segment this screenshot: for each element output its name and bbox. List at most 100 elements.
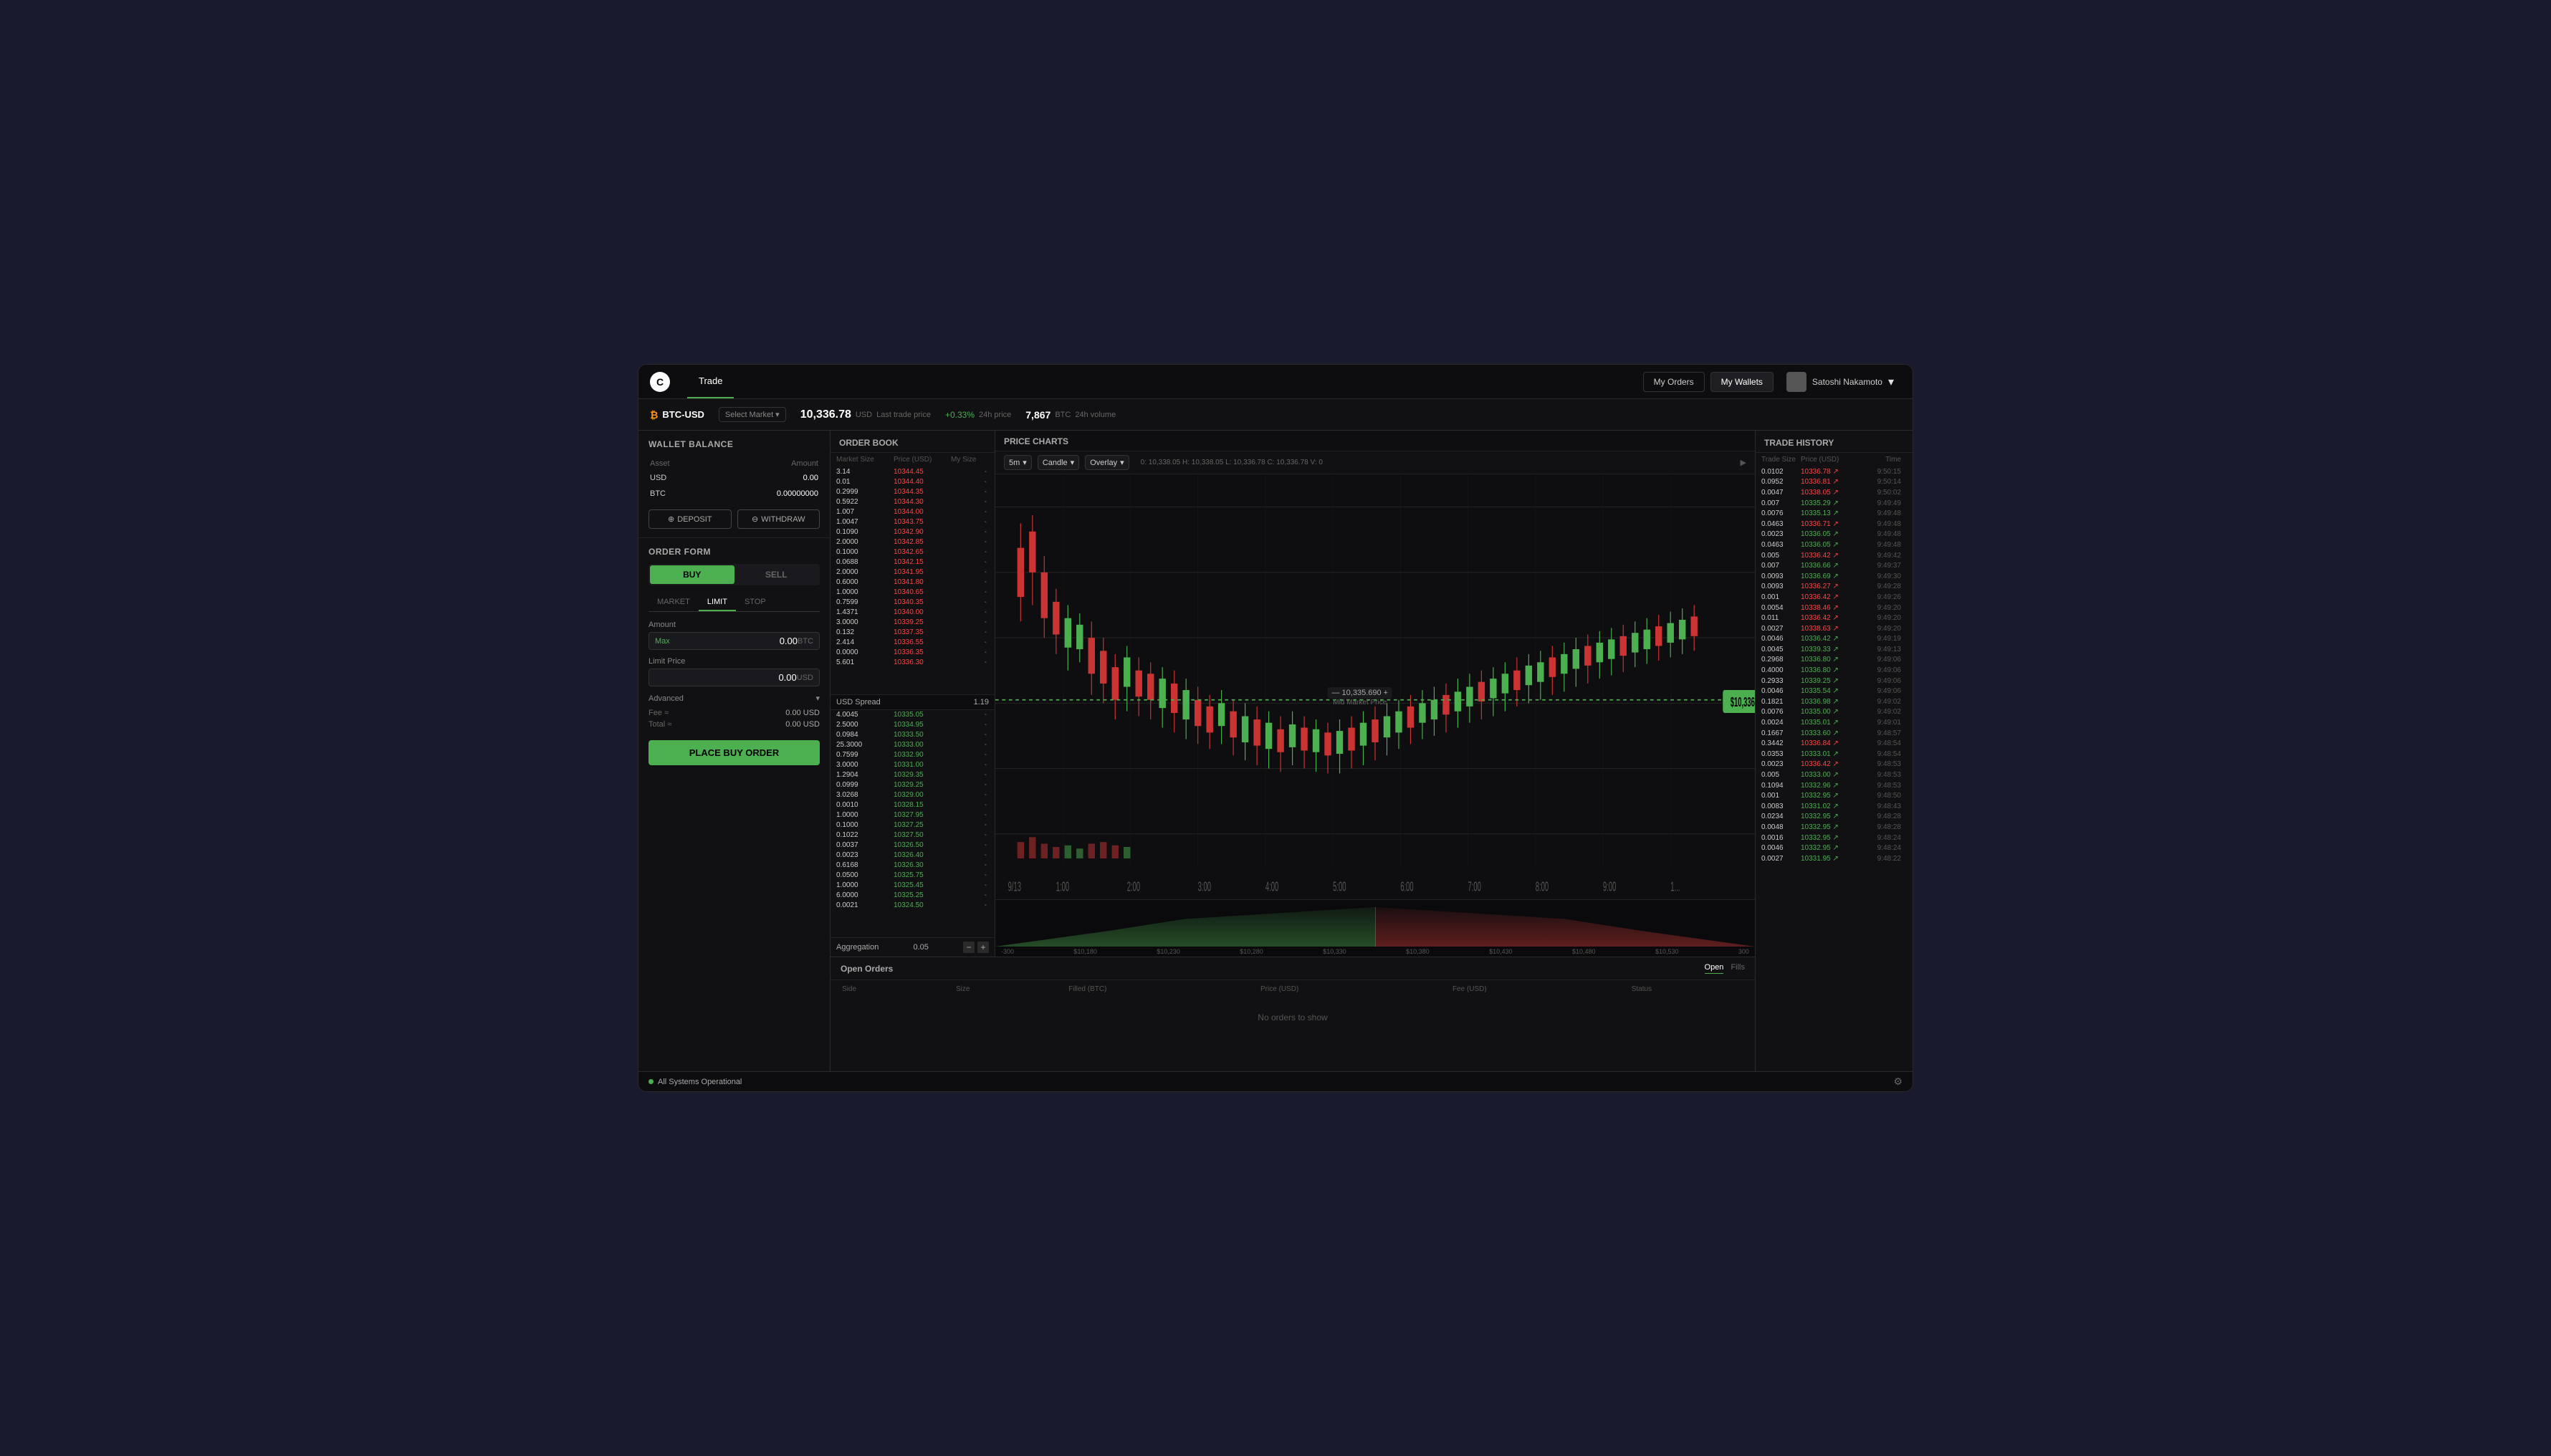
open-orders-open-tab[interactable]: Open <box>1705 963 1724 974</box>
bid-row[interactable]: 4.004510335.05- <box>831 710 995 720</box>
trade-row[interactable]: 0.296810336.80 ↗9:49:06 <box>1756 655 1913 666</box>
trade-row[interactable]: 0.010210336.78 ↗9:50:15 <box>1756 466 1913 477</box>
agg-increase-button[interactable]: + <box>977 942 989 953</box>
ask-row[interactable]: 0.600010341.80- <box>831 577 995 587</box>
amount-input[interactable] <box>670 636 798 646</box>
bid-row[interactable]: 0.002310326.40- <box>831 851 995 861</box>
trade-row[interactable]: 0.166710333.60 ↗9:48:57 <box>1756 728 1913 739</box>
order-book-asks[interactable]: 3.1410344.45- 0.0110344.40- 0.299910344.… <box>831 466 995 694</box>
ask-row[interactable]: 1.000010340.65- <box>831 587 995 597</box>
trade-row[interactable]: 0.046310336.05 ↗9:49:48 <box>1756 540 1913 550</box>
trade-row[interactable]: 0.004610332.95 ↗9:48:24 <box>1756 843 1913 853</box>
withdraw-button[interactable]: ⊖ WITHDRAW <box>737 509 820 529</box>
ask-row[interactable]: 0.0110344.40- <box>831 476 995 487</box>
ask-row[interactable]: 1.004710343.75- <box>831 517 995 527</box>
trade-row[interactable]: 0.035310333.01 ↗9:48:54 <box>1756 749 1913 760</box>
trade-row[interactable]: 0.004810332.95 ↗9:48:28 <box>1756 822 1913 833</box>
stop-mode-button[interactable]: STOP <box>736 594 775 611</box>
bid-row[interactable]: 0.098410333.50- <box>831 730 995 740</box>
trade-row[interactable]: 0.00110336.42 ↗9:49:26 <box>1756 592 1913 603</box>
ask-row[interactable]: 0.000010336.35- <box>831 647 995 657</box>
trade-row[interactable]: 0.002710338.63 ↗9:49:20 <box>1756 623 1913 634</box>
market-mode-button[interactable]: MARKET <box>648 594 699 611</box>
bid-row[interactable]: 3.026810329.00- <box>831 790 995 800</box>
bid-row[interactable]: 0.099910329.25- <box>831 780 995 790</box>
market-select[interactable]: Select Market ▾ <box>719 407 786 422</box>
trade-row[interactable]: 0.109410332.96 ↗9:48:53 <box>1756 780 1913 791</box>
trade-row[interactable]: 0.400010336.80 ↗9:49:06 <box>1756 665 1913 676</box>
ask-row[interactable]: 0.068810342.15- <box>831 557 995 567</box>
ask-row[interactable]: 0.13210337.35- <box>831 627 995 637</box>
trade-row[interactable]: 0.344210336.84 ↗9:48:54 <box>1756 738 1913 749</box>
buy-button[interactable]: BUY <box>650 565 734 584</box>
order-book-bids[interactable]: 4.004510335.05- 2.500010334.95- 0.098410… <box>831 710 995 938</box>
sell-button[interactable]: SELL <box>734 565 819 584</box>
max-label[interactable]: Max <box>655 637 670 646</box>
trade-row[interactable]: 0.00510333.00 ↗9:48:53 <box>1756 770 1913 780</box>
limit-price-input[interactable] <box>655 672 797 683</box>
place-order-button[interactable]: PLACE BUY ORDER <box>648 740 820 765</box>
bid-row[interactable]: 0.050010325.75- <box>831 871 995 881</box>
ask-row[interactable]: 0.299910344.35- <box>831 487 995 497</box>
trade-row[interactable]: 0.004610335.54 ↗9:49:06 <box>1756 686 1913 696</box>
trade-row[interactable]: 0.009310336.69 ↗9:49:30 <box>1756 571 1913 582</box>
trade-row[interactable]: 0.002310336.05 ↗9:49:48 <box>1756 530 1913 540</box>
bid-row[interactable]: 0.102210327.50- <box>831 830 995 840</box>
tab-trade[interactable]: Trade <box>687 365 734 398</box>
candlestick-chart[interactable]: $10,336.78 9/13 1:00 2:00 3:00 4:00 5:00… <box>995 474 1755 899</box>
bid-row[interactable]: 0.002110324.50- <box>831 901 995 911</box>
trade-row[interactable]: 0.002310336.42 ↗9:48:53 <box>1756 760 1913 770</box>
ask-row[interactable]: 0.100010342.65- <box>831 547 995 557</box>
deposit-button[interactable]: ⊕ DEPOSIT <box>648 509 732 529</box>
ask-row[interactable]: 1.00710344.00- <box>831 507 995 517</box>
trade-row[interactable]: 0.004610336.42 ↗9:49:19 <box>1756 634 1913 645</box>
trade-row[interactable]: 0.182110336.98 ↗9:49:02 <box>1756 696 1913 707</box>
ask-row[interactable]: 0.109010342.90- <box>831 527 995 537</box>
trade-row[interactable]: 0.009310336.27 ↗9:49:28 <box>1756 582 1913 593</box>
bid-row[interactable]: 0.003710326.50- <box>831 840 995 851</box>
bid-row[interactable]: 1.000010327.95- <box>831 810 995 820</box>
ask-row[interactable]: 3.1410344.45- <box>831 466 995 476</box>
trade-row[interactable]: 0.007610335.00 ↗9:49:02 <box>1756 707 1913 718</box>
user-menu[interactable]: Satoshi Nakamoto ▾ <box>1779 369 1901 395</box>
bid-row[interactable]: 0.616810326.30- <box>831 861 995 871</box>
trade-row[interactable]: 0.001610332.95 ↗9:48:24 <box>1756 833 1913 843</box>
advanced-toggle[interactable]: Advanced ▾ <box>648 694 820 703</box>
ask-row[interactable]: 0.759910340.35- <box>831 597 995 607</box>
trade-row[interactable]: 0.007610335.13 ↗9:49:48 <box>1756 508 1913 519</box>
trade-row[interactable]: 0.002710331.95 ↗9:48:22 <box>1756 853 1913 864</box>
chart-expand-icon[interactable]: ▶ <box>1741 458 1746 467</box>
my-orders-button[interactable]: My Orders <box>1643 372 1705 392</box>
trade-row[interactable]: 0.00710336.66 ↗9:49:37 <box>1756 560 1913 571</box>
bid-row[interactable]: 2.500010334.95- <box>831 720 995 730</box>
bid-row[interactable]: 1.290410329.35- <box>831 770 995 780</box>
ask-row[interactable]: 2.000010341.95- <box>831 567 995 577</box>
bid-row[interactable]: 0.759910332.90- <box>831 750 995 760</box>
bid-row[interactable]: 1.000010325.45- <box>831 881 995 891</box>
bid-row[interactable]: 25.300010333.00- <box>831 740 995 750</box>
trade-row[interactable]: 0.00710335.29 ↗9:49:49 <box>1756 498 1913 509</box>
my-wallets-button[interactable]: My Wallets <box>1710 372 1774 392</box>
agg-decrease-button[interactable]: − <box>963 942 975 953</box>
ask-row[interactable]: 5.60110336.30- <box>831 657 995 667</box>
trade-row[interactable]: 0.00510336.42 ↗9:49:42 <box>1756 550 1913 561</box>
ask-row[interactable]: 2.000010342.85- <box>831 537 995 547</box>
trade-row[interactable]: 0.002410335.01 ↗9:49:01 <box>1756 717 1913 728</box>
trade-row[interactable]: 0.00110332.95 ↗9:48:50 <box>1756 790 1913 801</box>
trade-row[interactable]: 0.046310336.71 ↗9:49:48 <box>1756 519 1913 530</box>
ask-row[interactable]: 3.000010339.25- <box>831 617 995 627</box>
trade-row[interactable]: 0.005410338.46 ↗9:49:20 <box>1756 603 1913 613</box>
open-orders-fills-tab[interactable]: Fills <box>1731 963 1745 974</box>
overlay-select[interactable]: Overlay ▾ <box>1085 455 1129 470</box>
chart-type-select[interactable]: Candle ▾ <box>1038 455 1079 470</box>
trade-row[interactable]: 0.293310339.25 ↗9:49:06 <box>1756 676 1913 686</box>
bid-row[interactable]: 0.001010328.15- <box>831 800 995 810</box>
bid-row[interactable]: 3.000010331.00- <box>831 760 995 770</box>
bid-row[interactable]: 0.100010327.25- <box>831 820 995 830</box>
timeframe-select[interactable]: 5m ▾ <box>1004 455 1032 470</box>
ask-row[interactable]: 0.592210344.30- <box>831 497 995 507</box>
limit-mode-button[interactable]: LIMIT <box>699 594 736 611</box>
ask-row[interactable]: 1.437110340.00- <box>831 607 995 617</box>
trade-row[interactable]: 0.095210336.81 ↗9:50:14 <box>1756 477 1913 488</box>
trade-row[interactable]: 0.004710338.05 ↗9:50:02 <box>1756 487 1913 498</box>
